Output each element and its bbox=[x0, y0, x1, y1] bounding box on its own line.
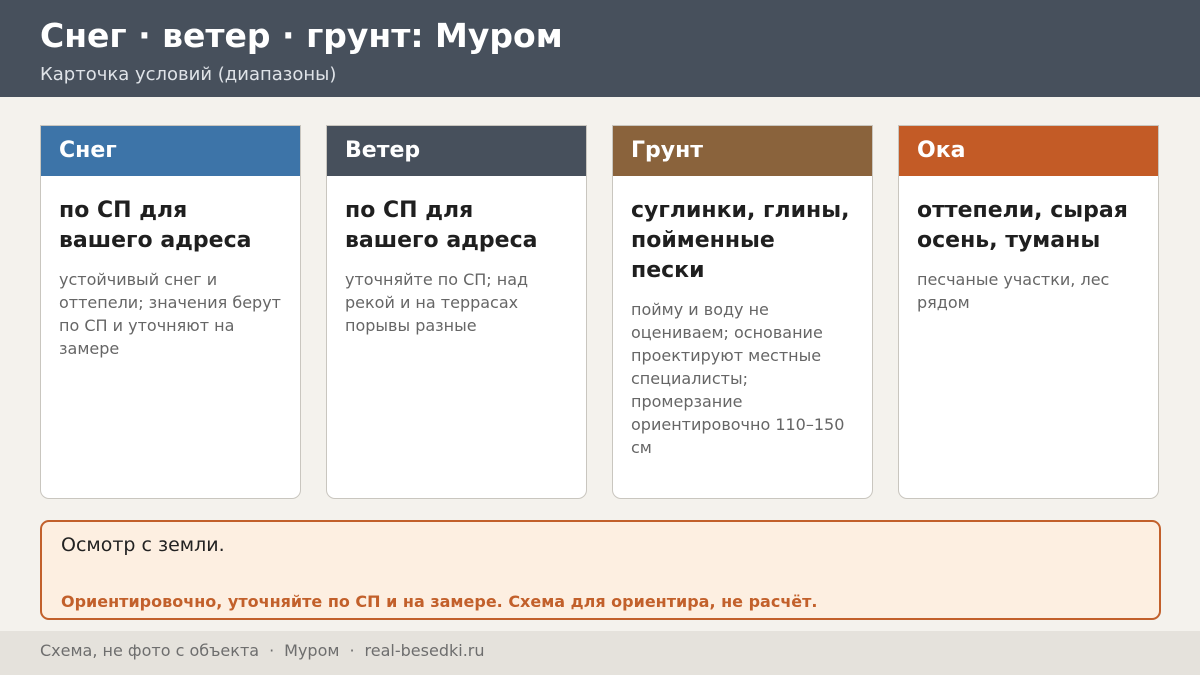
footer-city: Муром bbox=[284, 641, 340, 660]
footer-site-link[interactable]: real-besedki.ru bbox=[365, 641, 485, 660]
card-soil-note: пойму и воду не оцениваем; основание про… bbox=[631, 300, 845, 457]
card-snow-header: Снег bbox=[41, 126, 300, 176]
footer-separator: · bbox=[269, 641, 275, 660]
card-wind-header: Ветер bbox=[327, 126, 586, 176]
header-bar: Снег · ветер · грунт: Муром Карточка усл… bbox=[0, 0, 1200, 97]
footer-bar: Схема, не фото с объекта · Муром · real-bese… bbox=[0, 631, 1200, 675]
card-oka-header: Ока bbox=[899, 126, 1158, 176]
footer-line: Схема, не фото с объекта · Муром · real-bese… bbox=[40, 641, 485, 660]
page-subtitle: Карточка условий (диапазоны) bbox=[40, 64, 337, 85]
inspection-note-box: Осмотр с земли. Ориентировочно, уточняйт… bbox=[40, 520, 1161, 620]
card-oka-note: песчаные участки, лес рядом bbox=[917, 270, 1110, 312]
card-wind-note: уточняйте по СП; над рекой и на террасах… bbox=[345, 270, 529, 335]
inspection-note-text: Осмотр с земли. bbox=[61, 534, 225, 556]
page-title: Снег · ветер · грунт: Муром bbox=[40, 16, 563, 55]
disclaimer-text: Ориентировочно, уточняйте по СП и на зам… bbox=[61, 592, 818, 611]
footer-separator: · bbox=[349, 641, 355, 660]
card-oka-value: оттепели, сырая осень, туманы bbox=[917, 198, 1128, 253]
card-oka: Ока оттепели, сырая осень, туманы песчан… bbox=[898, 125, 1159, 499]
card-soil-header: Грунт bbox=[613, 126, 872, 176]
footer-caption: Схема, не фото с объекта bbox=[40, 641, 260, 660]
card-snow-note: устойчивый снег и оттепели; значения бер… bbox=[59, 270, 281, 358]
card-wind-value: по СП для вашего адреса bbox=[345, 198, 538, 253]
card-snow: Снег по СП для вашего адреса устойчивый … bbox=[40, 125, 301, 499]
card-wind: Ветер по СП для вашего адреса уточняйте … bbox=[326, 125, 587, 499]
card-snow-value: по СП для вашего адреса bbox=[59, 198, 252, 253]
card-soil: Грунт суглинки, глины, пойменные пески п… bbox=[612, 125, 873, 499]
card-soil-value: суглинки, глины, пойменные пески bbox=[631, 198, 850, 283]
